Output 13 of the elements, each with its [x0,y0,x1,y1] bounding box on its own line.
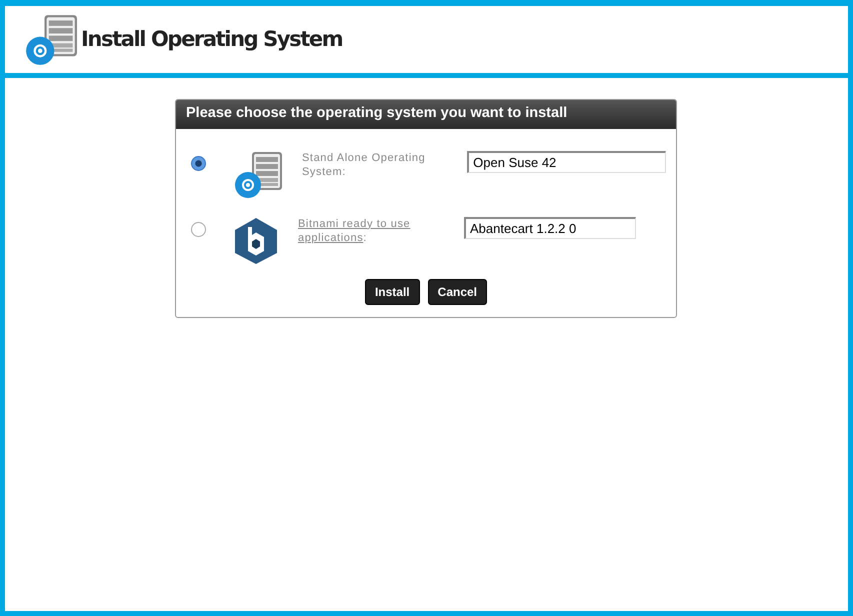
server-disc-icon [234,150,282,199]
radio-button[interactable] [191,156,206,171]
option-label: Stand Alone Operating System: [302,150,426,179]
dialog-title: Please choose the operating system you want to install [176,100,676,129]
cancel-button[interactable]: Cancel [428,278,488,305]
option-link[interactable]: Bitnami ready to use applications: [298,216,430,245]
input-field[interactable]: Abantecart 1.2.2 0 [464,216,636,239]
input-field[interactable]: Open Suse 42 [467,150,666,173]
page-title: Install Operating System [81,26,342,53]
server-disc-icon [25,14,77,66]
hexagon-logo-icon [234,216,278,265]
install-button[interactable]: Install [364,278,420,305]
radio-button[interactable] [191,222,206,237]
